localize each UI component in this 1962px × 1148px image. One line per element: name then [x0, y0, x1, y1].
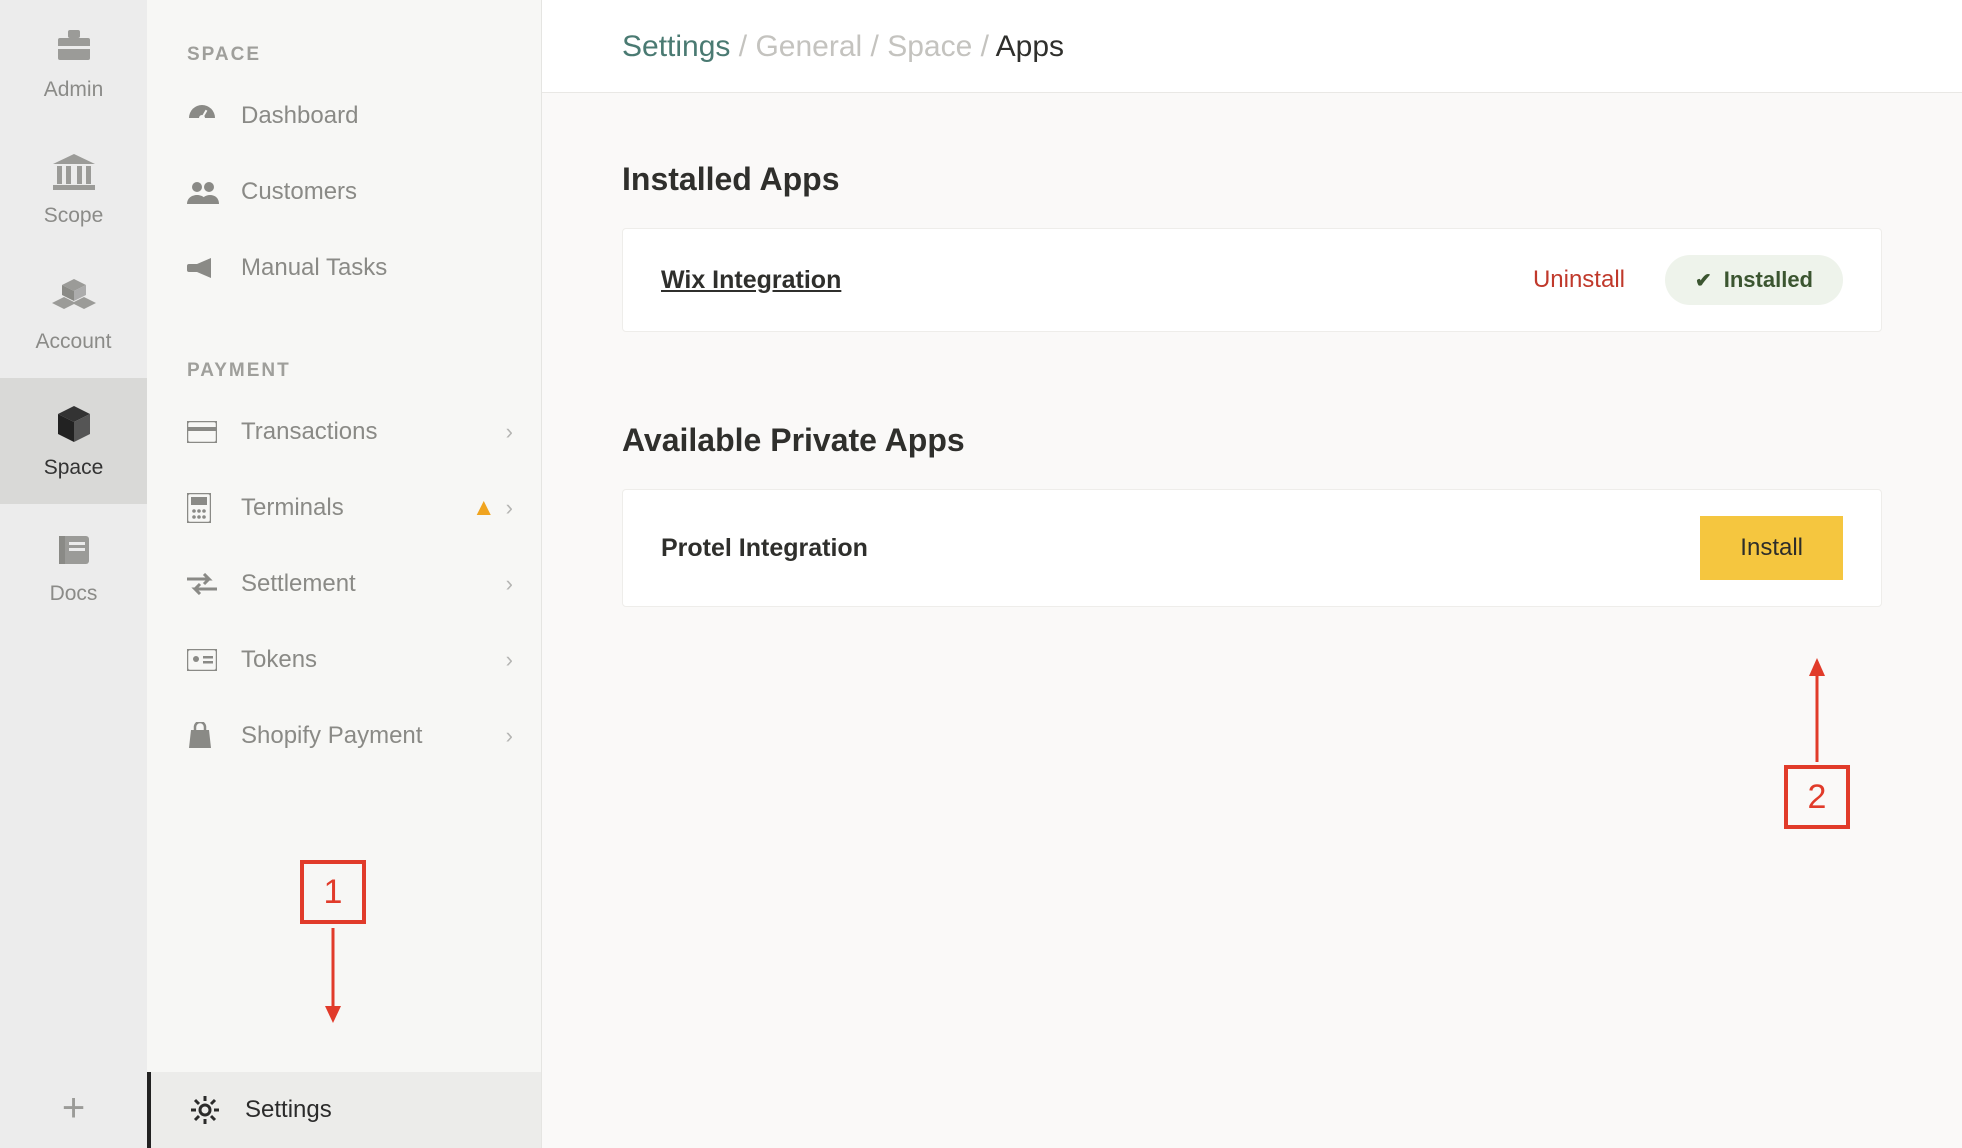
heading-installed: Installed Apps — [622, 161, 1882, 198]
sidebar-item-transactions[interactable]: Transactions › — [147, 394, 541, 470]
chevron-right-icon: › — [506, 419, 513, 445]
app-name[interactable]: Wix Integration — [661, 266, 841, 295]
main-content: Settings / General / Space / Apps Instal… — [542, 0, 1962, 1148]
sidebar-item-tokens[interactable]: Tokens › — [147, 622, 541, 698]
rail-spacer — [0, 630, 147, 1068]
sidebar-section-space: SPACE — [147, 0, 541, 78]
bank-icon — [53, 148, 95, 196]
gear-icon — [191, 1096, 235, 1124]
breadcrumb-sep: / — [739, 30, 747, 63]
sidebar-label: Tokens — [231, 646, 506, 674]
sidebar: SPACE Dashboard Customers Manual Tasks P… — [147, 0, 542, 1148]
users-icon — [187, 180, 231, 204]
rail-label: Space — [44, 456, 104, 480]
sidebar-section-payment: PAYMENT — [147, 306, 541, 394]
breadcrumb-sep: / — [871, 30, 879, 63]
rail-label: Account — [36, 330, 112, 354]
sidebar-item-dashboard[interactable]: Dashboard — [147, 78, 541, 154]
app-card-installed: Wix Integration Uninstall ✔ Installed — [622, 228, 1882, 332]
breadcrumb-sep: / — [981, 30, 989, 63]
content: Installed Apps Wix Integration Uninstall… — [542, 93, 1962, 647]
breadcrumb-current: Apps — [996, 30, 1064, 63]
sidebar-label: Customers — [231, 178, 513, 206]
annotation-arrow-1 — [332, 928, 334, 1018]
chevron-right-icon: › — [506, 647, 513, 673]
card-icon — [187, 421, 231, 443]
chevron-right-icon: › — [506, 495, 513, 521]
bag-icon — [187, 722, 231, 750]
nav-rail: Admin Scope Account Space Docs — [0, 0, 147, 1148]
breadcrumb-mid[interactable]: General — [755, 30, 862, 63]
transfer-icon — [187, 573, 231, 595]
sidebar-label: Manual Tasks — [231, 254, 513, 282]
bullhorn-icon — [187, 256, 231, 280]
sidebar-label: Dashboard — [231, 102, 513, 130]
rail-label: Docs — [50, 582, 98, 606]
sidebar-label: Settlement — [231, 570, 506, 598]
rail-item-admin[interactable]: Admin — [0, 0, 147, 126]
sidebar-item-customers[interactable]: Customers — [147, 154, 541, 230]
app-name[interactable]: Protel Integration — [661, 534, 868, 563]
sidebar-label: Shopify Payment — [231, 722, 506, 750]
warning-icon: ▲ — [472, 494, 496, 522]
annotation-2: 2 — [1784, 765, 1850, 829]
breadcrumb-root[interactable]: Settings — [622, 30, 730, 63]
breadcrumb-mid[interactable]: Space — [887, 30, 972, 63]
check-icon: ✔ — [1695, 268, 1712, 293]
rail-item-space[interactable]: Space — [0, 378, 147, 504]
gauge-icon — [187, 103, 231, 129]
installed-badge: ✔ Installed — [1665, 255, 1843, 305]
sidebar-item-terminals[interactable]: Terminals ▲ › — [147, 470, 541, 546]
cubes-icon — [52, 274, 96, 322]
cube-icon — [54, 400, 94, 448]
annotation-1: 1 — [300, 860, 366, 924]
book-icon — [55, 526, 93, 574]
chevron-right-icon: › — [506, 571, 513, 597]
briefcase-icon — [54, 22, 94, 70]
sidebar-item-settlement[interactable]: Settlement › — [147, 546, 541, 622]
heading-available: Available Private Apps — [622, 422, 1882, 459]
rail-item-account[interactable]: Account — [0, 252, 147, 378]
sidebar-item-shopify[interactable]: Shopify Payment › — [147, 698, 541, 774]
rail-label: Admin — [44, 78, 104, 102]
chevron-right-icon: › — [506, 723, 513, 749]
installed-badge-label: Installed — [1724, 267, 1813, 293]
rail-item-scope[interactable]: Scope — [0, 126, 147, 252]
breadcrumb: Settings / General / Space / Apps — [542, 0, 1962, 93]
annotation-arrow-2 — [1816, 658, 1818, 762]
app-card-available: Protel Integration Install — [622, 489, 1882, 607]
sidebar-item-manual-tasks[interactable]: Manual Tasks — [147, 230, 541, 306]
terminal-icon — [187, 493, 231, 523]
rail-label: Scope — [44, 204, 104, 228]
install-button[interactable]: Install — [1700, 516, 1843, 580]
sidebar-item-settings[interactable]: Settings — [147, 1072, 541, 1148]
sidebar-label: Transactions — [231, 418, 506, 446]
idcard-icon — [187, 649, 231, 671]
plus-icon: + — [62, 1086, 85, 1131]
rail-item-docs[interactable]: Docs — [0, 504, 147, 630]
rail-add-button[interactable]: + — [0, 1068, 147, 1148]
uninstall-link[interactable]: Uninstall — [1533, 266, 1625, 294]
sidebar-label: Terminals — [231, 494, 472, 522]
sidebar-label: Settings — [235, 1096, 513, 1124]
